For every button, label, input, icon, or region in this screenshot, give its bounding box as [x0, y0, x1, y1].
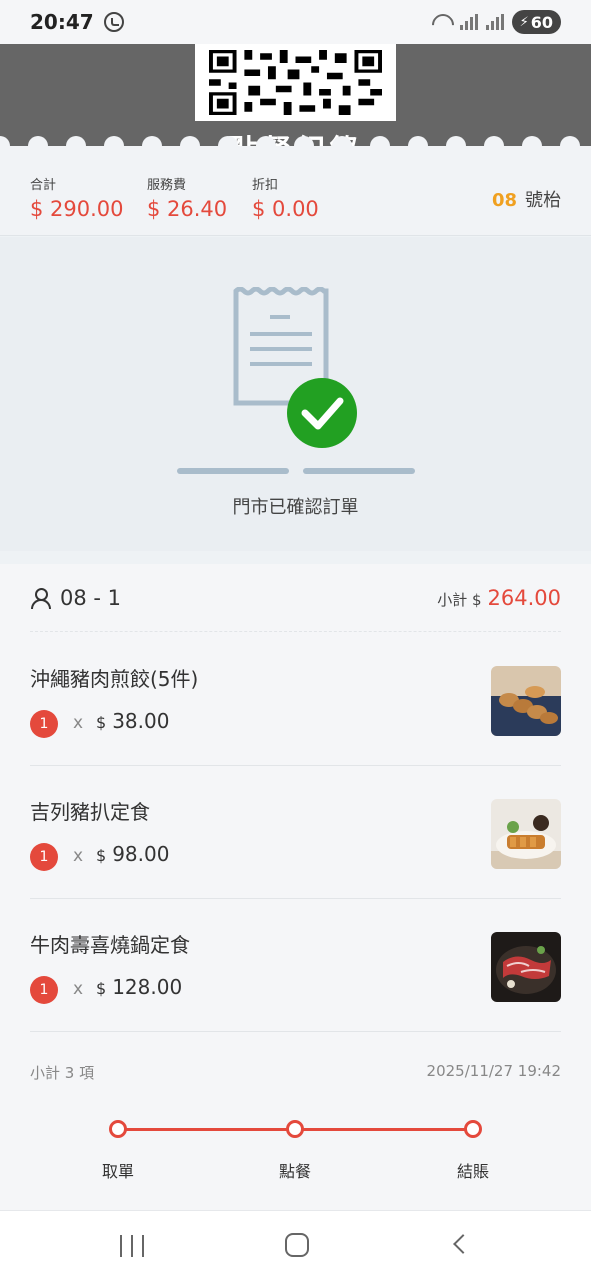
- progress-step-label: 結賬: [456, 1162, 489, 1181]
- item-name: 牛肉壽喜燒鍋定食: [30, 933, 190, 957]
- table-number-value: 08: [491, 190, 517, 211]
- item-price: $98.00: [96, 842, 169, 866]
- list-item[interactable]: 沖繩豬肉煎餃(5件) 1 x $38.00: [30, 633, 561, 766]
- back-icon[interactable]: [453, 1234, 473, 1254]
- order-progress: 取單 點餐 結賬: [0, 1116, 591, 1196]
- home-icon[interactable]: [285, 1233, 309, 1257]
- system-nav-bar: [0, 1210, 591, 1280]
- price-value: 98.00: [112, 842, 170, 866]
- qr-code: [195, 44, 396, 121]
- signal-icon-2: [485, 14, 504, 30]
- item-count: 小計 3 項: [30, 1064, 95, 1082]
- order-footer: 小計 3 項 2025/11/27 19:42: [30, 1062, 561, 1083]
- progress-step-label: 取單: [101, 1162, 134, 1181]
- order-summary: 合計 $ 290.00 服務費 $ 26.40 折扣 $ 0.00 08 號枱: [0, 136, 591, 236]
- list-item[interactable]: 牛肉壽喜燒鍋定食 1 x $128.00: [30, 899, 561, 1032]
- order-subtotal: 小計 $ 264.00: [437, 586, 561, 610]
- item-name: 吉列豬扒定食: [30, 800, 150, 824]
- total-value: $ 290.00: [30, 197, 124, 221]
- currency-symbol: $: [96, 846, 107, 865]
- order-header: 08 - 1 小計 $ 264.00: [30, 564, 561, 632]
- recents-icon[interactable]: [120, 1235, 144, 1257]
- progress-step-label: 點餐: [278, 1162, 311, 1181]
- pork-cutlet-photo: [491, 799, 561, 869]
- status-icons: ⚡ 60: [432, 10, 561, 34]
- order-timestamp: 2025/11/27 19:42: [426, 1062, 561, 1080]
- currency-symbol: $: [96, 979, 107, 998]
- summary-discount: 折扣 $ 0.00: [252, 174, 319, 221]
- progress-step-dot: [286, 1120, 304, 1138]
- wifi-icon: [432, 14, 452, 30]
- discount-value: $ 0.00: [252, 197, 319, 221]
- item-name: 沖繩豬肉煎餃(5件): [30, 667, 199, 691]
- subtotal-label: 小計 $: [437, 590, 482, 609]
- battery-level: 60: [530, 12, 553, 32]
- subtotal-value: 264.00: [487, 585, 561, 610]
- item-price: $128.00: [96, 975, 182, 999]
- service-value: $ 26.40: [147, 197, 228, 221]
- quantity-badge: 1: [30, 976, 58, 1004]
- order-status: 門市已確認訂單: [0, 237, 591, 551]
- summary-total: 合計 $ 290.00: [30, 174, 124, 221]
- price-value: 128.00: [112, 975, 183, 999]
- scalloped-edge: [0, 136, 591, 156]
- status-time: 20:47: [30, 10, 94, 34]
- times-sign: x: [73, 979, 84, 999]
- total-label: 合計: [30, 178, 57, 193]
- summary-service: 服務費 $ 26.40: [147, 174, 227, 221]
- price-value: 38.00: [112, 709, 170, 733]
- status-bar: 20:47 ⚡ 60: [0, 0, 591, 44]
- progress-step-dot: [109, 1120, 127, 1138]
- dumplings-photo: [491, 666, 561, 736]
- service-label: 服務費: [147, 178, 187, 193]
- times-sign: x: [73, 713, 84, 733]
- status-message: 門市已確認訂單: [232, 497, 359, 518]
- quantity-badge: 1: [30, 843, 58, 871]
- sukiyaki-photo: [491, 932, 561, 1002]
- item-price: $38.00: [96, 709, 169, 733]
- table-number: 08 號枱: [492, 186, 561, 212]
- progress-step-dot: [464, 1120, 482, 1138]
- times-sign: x: [73, 846, 84, 866]
- quantity-badge: 1: [30, 710, 58, 738]
- battery-indicator: ⚡ 60: [511, 10, 561, 34]
- signal-icon: [459, 14, 478, 30]
- charging-icon: ⚡: [519, 14, 529, 30]
- list-item[interactable]: 吉列豬扒定食 1 x $98.00: [30, 766, 561, 899]
- order-id: 08 - 1: [60, 585, 122, 610]
- currency-symbol: $: [96, 713, 107, 732]
- receipt-confirmed-icon: [177, 287, 415, 474]
- table-number-suffix: 號枱: [525, 190, 561, 211]
- person-icon: [30, 587, 51, 609]
- whatsapp-icon: [103, 12, 124, 32]
- order-card: 08 - 1 小計 $ 264.00 沖繩豬肉煎餃(5件) 1 x $38.00…: [0, 564, 591, 1210]
- discount-label: 折扣: [252, 178, 279, 193]
